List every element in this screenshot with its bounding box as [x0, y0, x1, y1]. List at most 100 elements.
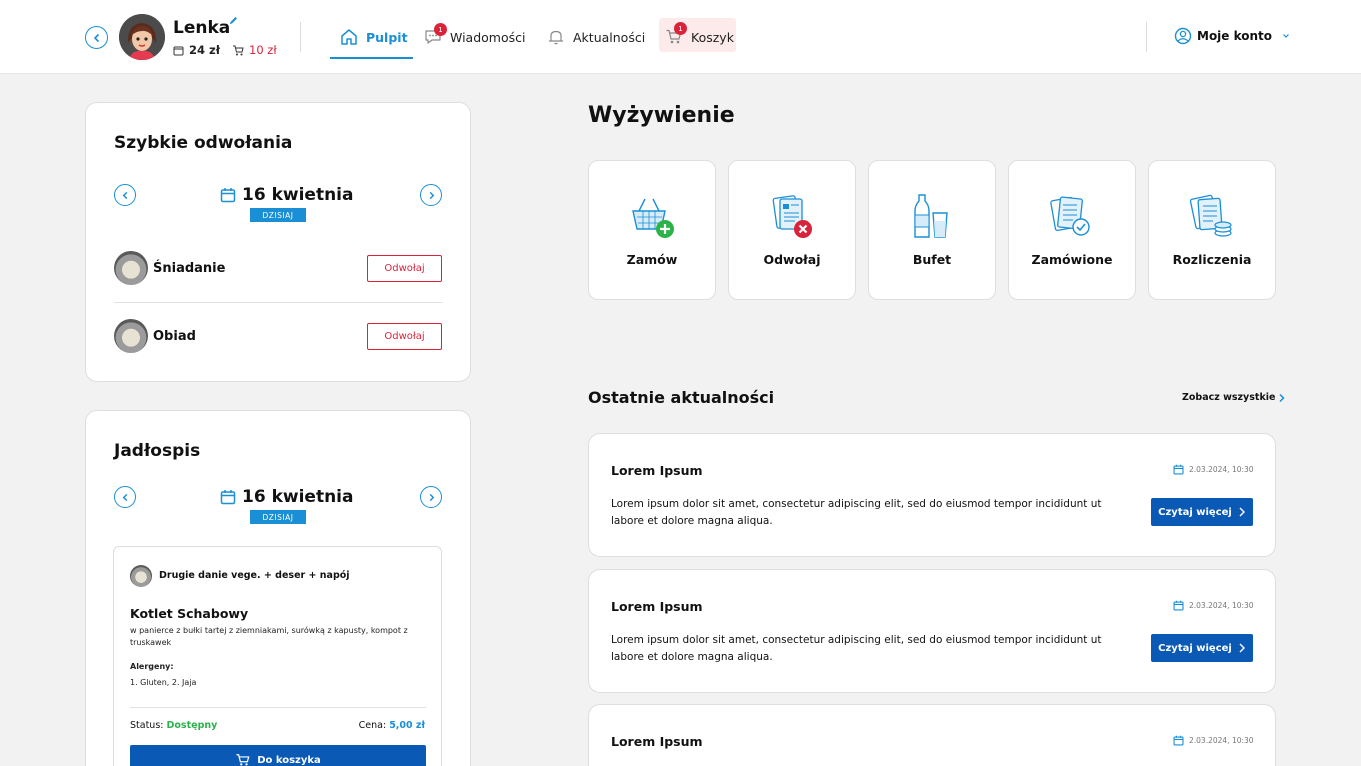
add-to-cart-button[interactable]: Do koszyka [130, 745, 426, 766]
cart-amount-value: 10 zł [249, 43, 277, 57]
meal-label: Obiad [153, 329, 196, 344]
calendar-icon [220, 188, 236, 203]
user-name: Lenka [173, 18, 231, 38]
chevron-left-icon [122, 191, 127, 199]
menu-item-category: Drugie danie vege. + deser + napój [159, 570, 350, 581]
chevron-down-icon [1283, 34, 1289, 38]
section-title: Ostatnie aktualności [588, 388, 775, 407]
cart-icon [236, 754, 250, 766]
menu-item-description: w panierce z bułki tartej z ziemniakami,… [130, 626, 408, 647]
nav-label: Aktualności [573, 29, 646, 45]
news-card: Lorem Ipsum 2.03.2024, 10:30 Lorem ipsum… [588, 569, 1276, 693]
price-row: Cena: 5,00 zł [359, 720, 425, 731]
nav-label: Pulpit [366, 29, 408, 45]
read-more-button[interactable]: Czytaj więcej [1151, 634, 1253, 662]
read-more-label: Czytaj więcej [1158, 506, 1232, 518]
prev-day-button[interactable] [114, 184, 136, 206]
price-value: 5,00 zł [389, 720, 425, 731]
calendar-icon [1173, 600, 1184, 611]
tile-bufet[interactable]: Bufet [868, 160, 996, 300]
nav-label: Koszyk [691, 29, 734, 45]
back-button[interactable] [85, 26, 108, 49]
cart-badge: 1 [674, 22, 687, 35]
messages-badge: 1 [434, 23, 447, 36]
tile-label: Zamów [626, 252, 678, 267]
tile-label: Bufet [912, 252, 952, 267]
tile-rozliczenia[interactable]: Rozliczenia [1148, 160, 1276, 300]
edit-pencil-icon[interactable] [228, 15, 239, 26]
nav-label: Wiadomości [450, 29, 526, 45]
wallet-balance: 24 zł [173, 43, 220, 57]
basket-add-icon [632, 198, 674, 238]
chevron-left-icon [93, 33, 99, 42]
date-label: 16 kwietnia [242, 185, 354, 205]
tile-odwolaj[interactable]: Odwołaj [728, 160, 856, 300]
documents-coins-icon [1189, 194, 1232, 237]
chevron-right-icon [1239, 643, 1245, 653]
document-check-icon [1050, 196, 1090, 236]
news-card: Lorem Ipsum 2.03.2024, 10:30 Lorem ipsum… [588, 433, 1276, 557]
nav-pulpit[interactable]: Pulpit [340, 26, 408, 48]
nav-aktualnosci[interactable]: Aktualności [547, 26, 645, 48]
wallet-amount: 24 zł [189, 43, 220, 57]
allergens-value: 1. Gluten, 2. Jaja [130, 678, 197, 687]
divider [1146, 22, 1147, 52]
bell-icon [548, 30, 564, 45]
calendar-icon [220, 490, 236, 505]
cart-amount: 10 zł [232, 43, 277, 57]
calendar-icon [1173, 464, 1184, 475]
news-date: 2.03.2024, 10:30 [1173, 600, 1254, 611]
today-badge: DZISIAJ [250, 208, 306, 222]
chevron-right-icon [1279, 393, 1286, 402]
nav-active-indicator [330, 57, 413, 59]
news-date: 2.03.2024, 10:30 [1173, 735, 1254, 746]
divider [114, 302, 443, 303]
news-date: 2.03.2024, 10:30 [1173, 464, 1254, 475]
meal-plate-icon [130, 565, 152, 587]
user-avatar-icon [119, 14, 165, 60]
news-title: Lorem Ipsum [611, 734, 703, 749]
news-date-value: 2.03.2024, 10:30 [1189, 601, 1254, 610]
card-title: Jadłospis [114, 441, 201, 461]
cancel-lunch-button[interactable]: Odwołaj [367, 323, 442, 350]
chevron-right-icon [429, 493, 434, 501]
add-to-cart-label: Do koszyka [257, 754, 321, 766]
document-cancel-icon [772, 195, 812, 238]
see-all-label: Zobacz wszystkie [1182, 392, 1276, 403]
read-more-button[interactable]: Czytaj więcej [1151, 498, 1253, 526]
tile-label: Zamówione [1031, 252, 1113, 267]
today-badge: DZISIAJ [250, 510, 306, 524]
price-label: Cena: [358, 720, 387, 731]
tile-zamowione[interactable]: Zamówione [1008, 160, 1136, 300]
date-label: 16 kwietnia [242, 487, 354, 507]
chevron-right-icon [429, 191, 434, 199]
news-card: Lorem Ipsum 2.03.2024, 10:30 [588, 704, 1276, 766]
cart-icon [233, 45, 244, 55]
next-day-button[interactable] [420, 486, 442, 508]
tile-label: Rozliczenia [1172, 252, 1252, 267]
divider [300, 22, 301, 52]
news-title: Lorem Ipsum [611, 599, 703, 614]
tile-zamow[interactable]: Zamów [588, 160, 716, 300]
top-bar: Lenka 24 zł 10 zł Pulpit Wiadomości 1 Ak… [0, 0, 1361, 74]
news-text: Lorem ipsum dolor sit amet, consectetur … [611, 634, 1102, 663]
calendar-icon [1173, 735, 1184, 746]
status-value: Dostępny [166, 720, 218, 731]
account-label: Moje konto [1197, 29, 1273, 43]
date-display: 16 kwietnia [220, 487, 353, 507]
avatar[interactable] [119, 14, 165, 60]
news-date-value: 2.03.2024, 10:30 [1189, 736, 1254, 745]
status-label: Status: [130, 720, 164, 731]
section-title: Wyżywienie [588, 103, 735, 128]
cancel-breakfast-button[interactable]: Odwołaj [367, 255, 442, 282]
chevron-right-icon [1239, 507, 1245, 517]
wallet-icon [173, 46, 184, 55]
next-day-button[interactable] [420, 184, 442, 206]
account-menu[interactable]: Moje konto [1174, 27, 1291, 45]
home-icon [341, 29, 357, 45]
card-title: Szybkie odwołania [114, 133, 293, 153]
date-display: 16 kwietnia [220, 185, 353, 205]
menu-item-card: Drugie danie vege. + deser + napój Kotle… [113, 546, 442, 766]
see-all-link[interactable]: Zobacz wszystkie [1182, 392, 1286, 403]
prev-day-button[interactable] [114, 486, 136, 508]
